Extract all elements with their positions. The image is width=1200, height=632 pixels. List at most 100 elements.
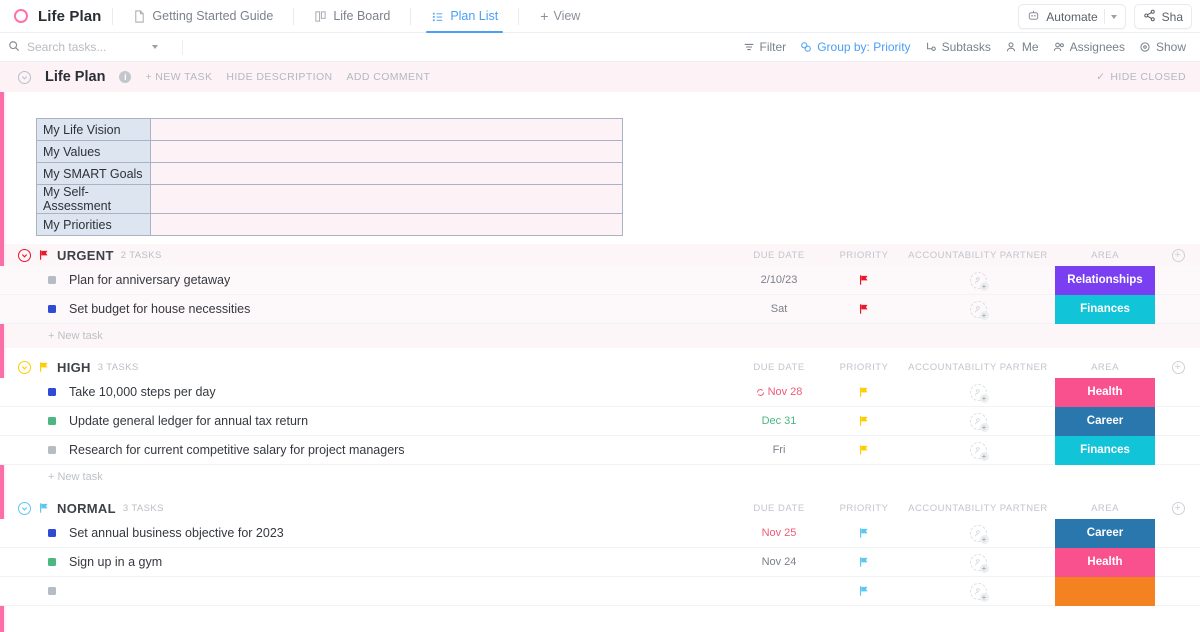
task-name-cell[interactable]: Set budget for house necessities xyxy=(0,302,732,316)
task-name-cell[interactable]: Research for current competitive salary … xyxy=(0,443,732,457)
add-view-button[interactable]: + View xyxy=(530,9,590,23)
table-row[interactable]: My Priorities xyxy=(37,214,623,236)
column-header-due-date[interactable]: DUE DATE xyxy=(732,250,826,261)
task-due-date-cell[interactable]: Fri xyxy=(732,436,826,465)
add-assignee-icon[interactable]: + xyxy=(980,564,989,573)
table-row[interactable]: My Self-Assessment xyxy=(37,185,623,214)
task-area-cell[interactable]: Health xyxy=(1054,548,1156,577)
task-row[interactable]: Sign up in a gym Nov 24 + Health xyxy=(0,548,1200,577)
table-row[interactable]: My Life Vision xyxy=(37,119,623,141)
avatar[interactable]: + xyxy=(970,272,987,289)
share-button[interactable]: Sha xyxy=(1134,4,1192,29)
task-name-cell[interactable]: Sign up in a gym xyxy=(0,555,732,569)
info-icon[interactable]: i xyxy=(119,71,131,83)
task-accountability-partner-cell[interactable]: + xyxy=(902,295,1054,324)
add-comment-button[interactable]: ADD COMMENT xyxy=(347,71,431,83)
row-value[interactable] xyxy=(151,163,623,185)
column-header-priority[interactable]: PRIORITY xyxy=(826,362,902,373)
column-header-due-date[interactable]: DUE DATE xyxy=(732,362,826,373)
task-name-cell[interactable]: Plan for anniversary getaway xyxy=(0,273,732,287)
task-area-cell[interactable]: Relationships xyxy=(1054,266,1156,295)
task-row[interactable]: Research for current competitive salary … xyxy=(0,436,1200,465)
subtasks-button[interactable]: Subtasks xyxy=(925,40,991,54)
add-column-button[interactable]: + xyxy=(1156,249,1200,262)
task-due-date-cell[interactable] xyxy=(732,577,826,606)
task-priority-cell[interactable] xyxy=(826,436,902,465)
add-assignee-icon[interactable]: + xyxy=(980,394,989,403)
add-column-button[interactable]: + xyxy=(1156,361,1200,374)
task-priority-cell[interactable] xyxy=(826,407,902,436)
row-value[interactable] xyxy=(151,214,623,236)
add-assignee-icon[interactable]: + xyxy=(980,311,989,320)
column-header-accountability-partner[interactable]: ACCOUNTABILITY PARTNER xyxy=(902,503,1054,514)
add-assignee-icon[interactable]: + xyxy=(980,452,989,461)
task-name-cell[interactable]: Take 10,000 steps per day xyxy=(0,385,732,399)
group-by-button[interactable]: Group by: Priority xyxy=(800,40,910,54)
avatar[interactable]: + xyxy=(970,554,987,571)
hide-description-button[interactable]: HIDE DESCRIPTION xyxy=(226,71,332,83)
task-area-cell[interactable] xyxy=(1054,577,1156,606)
column-header-accountability-partner[interactable]: ACCOUNTABILITY PARTNER xyxy=(902,250,1054,261)
new-task-link[interactable]: + New task xyxy=(0,324,1200,348)
new-task-button[interactable]: + NEW TASK xyxy=(145,71,212,83)
task-area-cell[interactable]: Health xyxy=(1054,378,1156,407)
task-accountability-partner-cell[interactable]: + xyxy=(902,436,1054,465)
task-row[interactable]: Set budget for house necessities Sat + F… xyxy=(0,295,1200,324)
collapse-toggle[interactable] xyxy=(18,71,31,84)
task-status-indicator[interactable] xyxy=(48,305,56,313)
add-assignee-icon[interactable]: + xyxy=(980,423,989,432)
task-area-cell[interactable]: Career xyxy=(1054,407,1156,436)
add-assignee-icon[interactable]: + xyxy=(980,282,989,291)
column-header-accountability-partner[interactable]: ACCOUNTABILITY PARTNER xyxy=(902,362,1054,373)
task-row[interactable]: Plan for anniversary getaway 2/10/23 + R… xyxy=(0,266,1200,295)
row-value[interactable] xyxy=(151,141,623,163)
hide-closed-button[interactable]: ✓ HIDE CLOSED xyxy=(1096,71,1186,83)
table-row[interactable]: My SMART Goals xyxy=(37,163,623,185)
row-value[interactable] xyxy=(151,119,623,141)
column-header-due-date[interactable]: DUE DATE xyxy=(732,503,826,514)
task-row[interactable]: Take 10,000 steps per day Nov 28 + Healt… xyxy=(0,378,1200,407)
task-accountability-partner-cell[interactable]: + xyxy=(902,548,1054,577)
group-header[interactable]: NORMAL 3 TASKS DUE DATE PRIORITY ACCOUNT… xyxy=(0,497,1200,519)
avatar[interactable]: + xyxy=(970,384,987,401)
task-priority-cell[interactable] xyxy=(826,266,902,295)
task-area-cell[interactable]: Finances xyxy=(1054,295,1156,324)
task-priority-cell[interactable] xyxy=(826,295,902,324)
avatar[interactable]: + xyxy=(970,583,987,600)
task-accountability-partner-cell[interactable]: + xyxy=(902,407,1054,436)
task-area-cell[interactable]: Career xyxy=(1054,519,1156,548)
task-due-date-cell[interactable]: Nov 28 xyxy=(732,378,826,407)
task-row[interactable]: Set annual business objective for 2023 N… xyxy=(0,519,1200,548)
chevron-down-icon[interactable] xyxy=(1111,15,1117,19)
avatar[interactable]: + xyxy=(970,413,987,430)
task-row[interactable]: + xyxy=(0,577,1200,606)
avatar[interactable]: + xyxy=(970,301,987,318)
task-status-indicator[interactable] xyxy=(48,417,56,425)
assignees-button[interactable]: Assignees xyxy=(1053,40,1125,54)
avatar[interactable]: + xyxy=(970,442,987,459)
task-status-indicator[interactable] xyxy=(48,446,56,454)
table-row[interactable]: My Values xyxy=(37,141,623,163)
task-priority-cell[interactable] xyxy=(826,519,902,548)
task-status-indicator[interactable] xyxy=(48,529,56,537)
group-header[interactable]: HIGH 3 TASKS DUE DATE PRIORITY ACCOUNTAB… xyxy=(0,356,1200,378)
task-due-date-cell[interactable]: 2/10/23 xyxy=(732,266,826,295)
task-accountability-partner-cell[interactable]: + xyxy=(902,577,1054,606)
task-due-date-cell[interactable]: Nov 24 xyxy=(732,548,826,577)
add-assignee-icon[interactable]: + xyxy=(980,535,989,544)
task-accountability-partner-cell[interactable]: + xyxy=(902,378,1054,407)
task-name-cell[interactable]: Set annual business objective for 2023 xyxy=(0,526,732,540)
task-due-date-cell[interactable]: Sat xyxy=(732,295,826,324)
view-tab-plan-list[interactable]: Plan List xyxy=(422,0,507,33)
column-header-area[interactable]: AREA xyxy=(1054,503,1156,514)
group-header[interactable]: URGENT 2 TASKS DUE DATE PRIORITY ACCOUNT… xyxy=(0,244,1200,266)
task-status-indicator[interactable] xyxy=(48,388,56,396)
task-due-date-cell[interactable]: Nov 25 xyxy=(732,519,826,548)
task-name-cell[interactable] xyxy=(0,587,732,595)
chevron-down-icon[interactable] xyxy=(152,45,158,49)
view-tab-life-board[interactable]: Life Board xyxy=(305,0,399,33)
column-header-area[interactable]: AREA xyxy=(1054,250,1156,261)
task-name-cell[interactable]: Update general ledger for annual tax ret… xyxy=(0,414,732,428)
row-value[interactable] xyxy=(151,185,623,214)
avatar[interactable]: + xyxy=(970,525,987,542)
